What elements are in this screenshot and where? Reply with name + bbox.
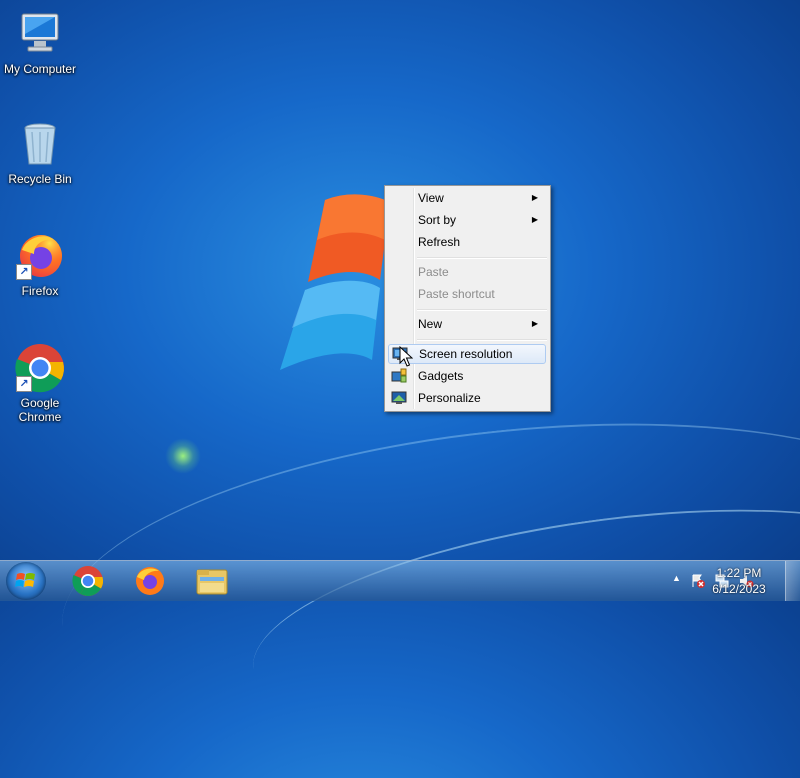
taskbar-button-firefox[interactable]: [122, 563, 178, 599]
firefox-icon: ↗: [14, 230, 66, 282]
desktop-icon-label: Recycle Bin: [8, 172, 72, 186]
taskbar: ▲ 1:22 PM 6/12/2023: [0, 560, 800, 601]
menu-separator: [417, 257, 547, 259]
menu-item-refresh[interactable]: Refresh: [388, 232, 546, 252]
personalize-icon: [391, 391, 407, 404]
clock-time: 1:22 PM: [716, 566, 762, 580]
shortcut-arrow-icon: ↗: [16, 376, 32, 392]
menu-item-view[interactable]: View ▶: [388, 188, 546, 208]
taskbar-button-chrome[interactable]: [60, 563, 116, 599]
windows-start-icon: [15, 573, 35, 587]
submenu-arrow-icon: ▶: [531, 193, 538, 202]
menu-item-gadgets[interactable]: Gadgets: [388, 366, 546, 386]
gadgets-icon: [391, 368, 407, 383]
submenu-arrow-icon: ▶: [531, 215, 538, 224]
start-button[interactable]: [6, 562, 46, 600]
desktop-icon-label: Firefox: [21, 284, 59, 298]
desktop-icon-google-chrome[interactable]: ↗ Google Chrome: [0, 342, 80, 424]
folder-icon: [196, 569, 228, 595]
show-desktop-button[interactable]: [785, 561, 800, 601]
wallpaper-glow: [165, 438, 201, 474]
desktop-context-menu: View ▶ Sort by ▶ Refresh Paste Paste sho…: [384, 185, 551, 412]
mouse-pointer-icon: [399, 346, 413, 367]
computer-icon: [14, 8, 66, 60]
recycle-bin-icon: [14, 118, 66, 170]
menu-item-paste-shortcut: Paste shortcut: [418, 287, 495, 301]
menu-separator: [417, 339, 547, 341]
menu-separator: [417, 309, 547, 311]
chrome-icon: ↗: [14, 342, 66, 394]
desktop-icon-recycle-bin[interactable]: Recycle Bin: [0, 118, 80, 186]
desktop-icon-label: My Computer: [3, 62, 77, 76]
system-clock[interactable]: 1:22 PM 6/12/2023: [704, 565, 774, 597]
taskbar-button-explorer[interactable]: [184, 563, 240, 599]
menu-item-new[interactable]: New ▶: [388, 314, 546, 334]
show-hidden-icons-button[interactable]: ▲: [672, 573, 688, 589]
desktop-icon-firefox[interactable]: ↗ Firefox: [0, 230, 80, 298]
clock-date: 6/12/2023: [712, 582, 766, 596]
desktop-icon-my-computer[interactable]: My Computer: [0, 8, 80, 76]
menu-item-paste: Paste: [418, 265, 449, 279]
menu-item-personalize[interactable]: Personalize: [388, 388, 546, 408]
submenu-arrow-icon: ▶: [531, 319, 538, 328]
chrome-icon: [72, 566, 104, 597]
shortcut-arrow-icon: ↗: [16, 264, 32, 280]
menu-item-sort-by[interactable]: Sort by ▶: [388, 210, 546, 230]
firefox-icon: [136, 567, 164, 595]
desktop-icon-label: Google Chrome: [18, 396, 62, 424]
